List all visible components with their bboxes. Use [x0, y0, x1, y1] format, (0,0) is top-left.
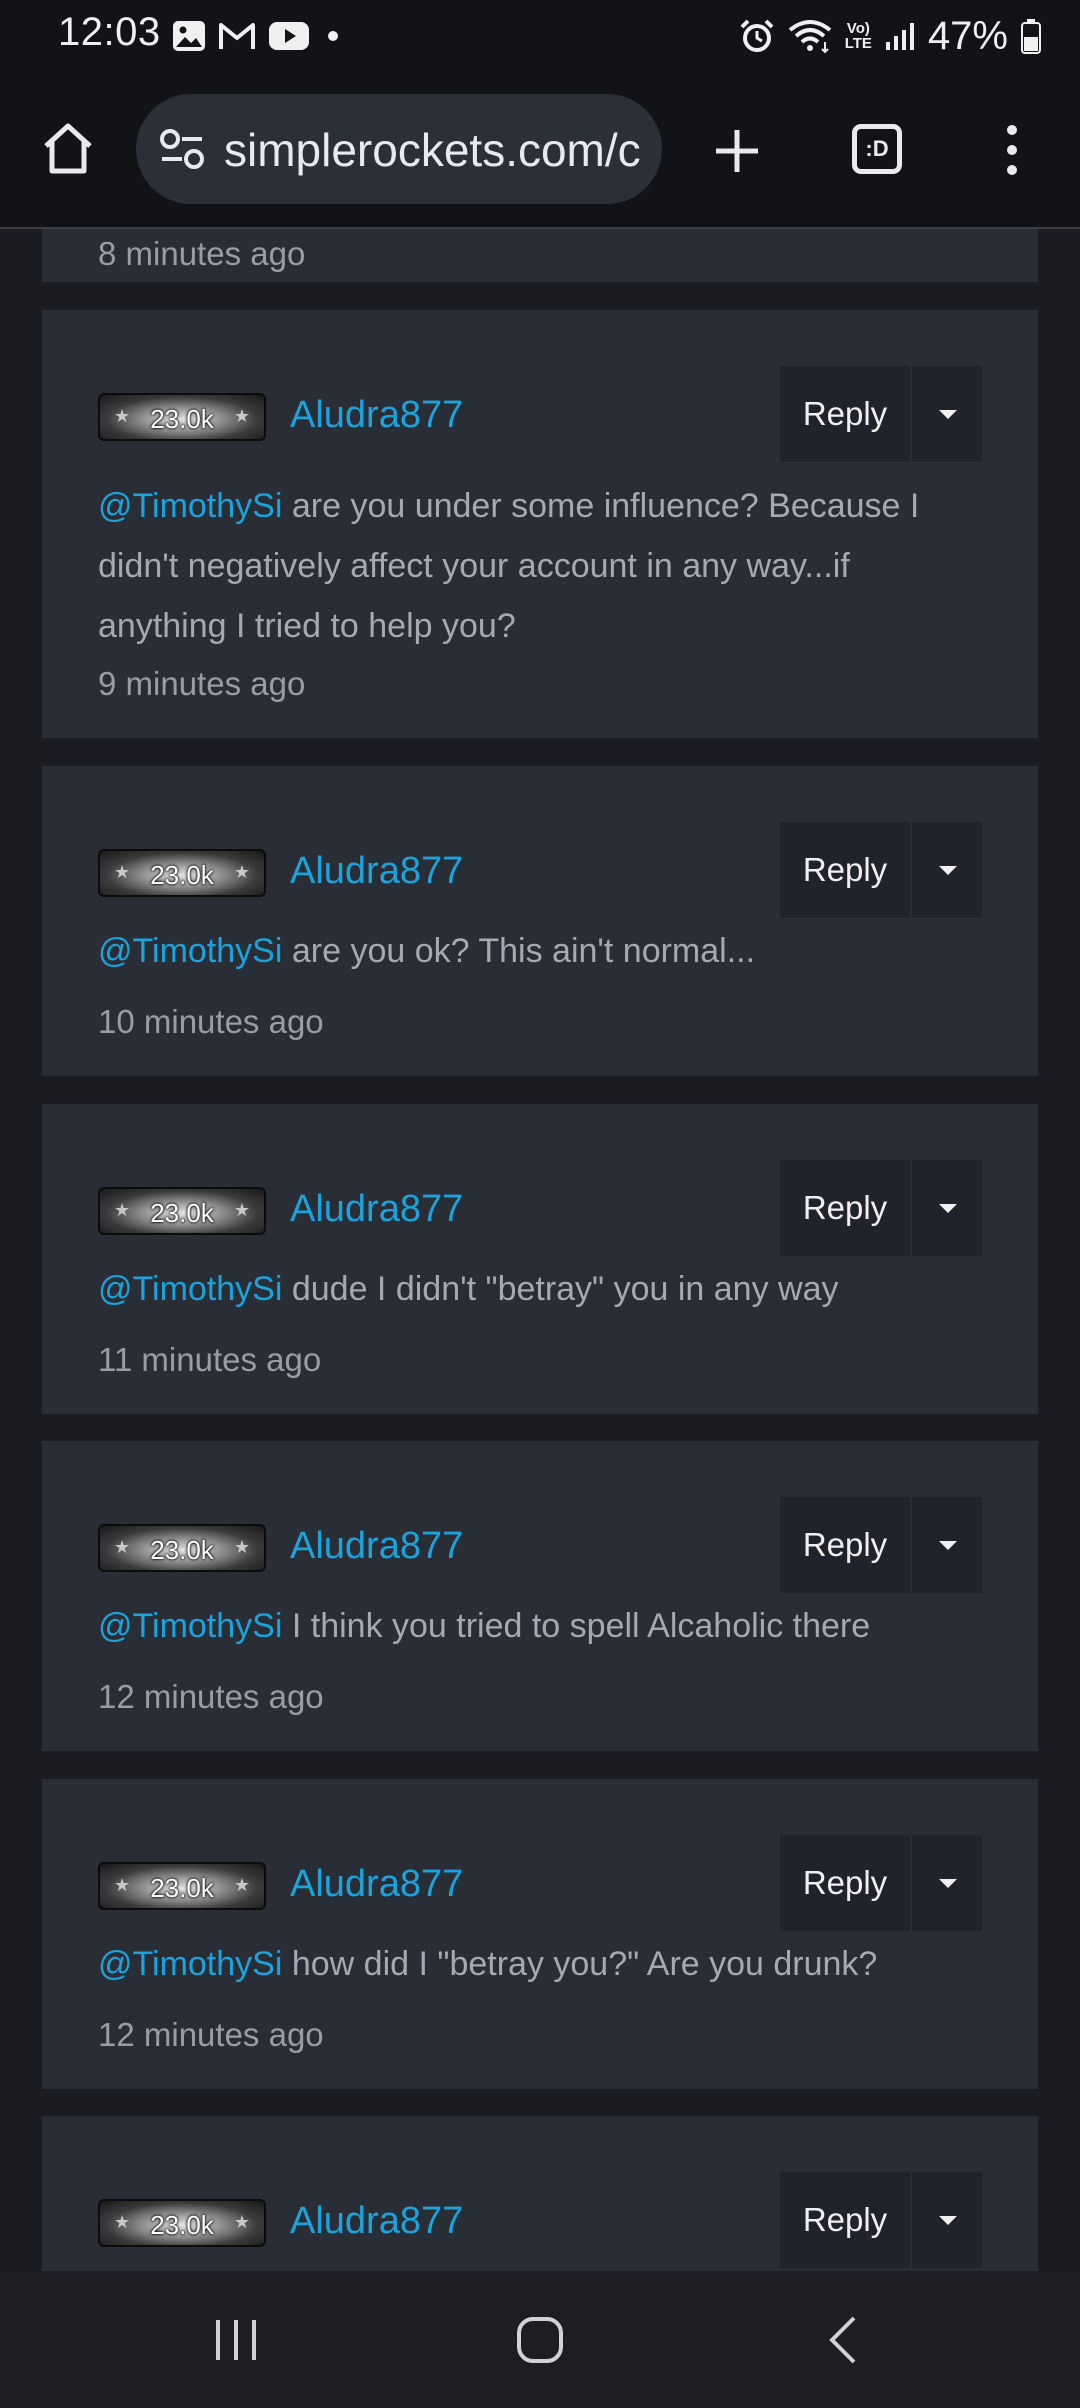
points-badge: ★ 23.0k ★	[98, 2199, 266, 2247]
username-link[interactable]: Aludra877	[290, 1525, 463, 1568]
more-menu-icon[interactable]	[992, 122, 1032, 178]
comment-card: ★ 23.0k ★ Aludra877 Reply @TimothySi are…	[42, 766, 1038, 1076]
comment-card: ★ 23.0k ★ Aludra877 Reply @TimothySi how…	[42, 1779, 1038, 2089]
notification-icons	[172, 16, 344, 56]
star-icon: ★	[233, 1200, 250, 1220]
site-settings-icon[interactable]	[158, 126, 206, 172]
comment-card: 8 minutes ago	[42, 229, 1038, 282]
star-icon: ★	[233, 862, 250, 882]
username-link[interactable]: Aludra877	[290, 850, 463, 893]
alarm-icon	[740, 19, 774, 52]
reply-button[interactable]: Reply	[780, 1160, 910, 1256]
username-link[interactable]: Aludra877	[290, 394, 463, 437]
comment-card: ★ 23.0k ★ Aludra877 Reply	[42, 2116, 1038, 2271]
points-badge: ★ 23.0k ★	[98, 849, 266, 897]
star-icon: ★	[233, 1537, 250, 1557]
system-nav-bar	[0, 2271, 1080, 2408]
star-icon: ★	[233, 2212, 250, 2232]
home-button-icon[interactable]	[515, 2315, 565, 2365]
username-link[interactable]: Aludra877	[290, 1188, 463, 1231]
new-tab-icon[interactable]	[712, 126, 762, 176]
points-badge: ★ 23.0k ★	[98, 1187, 266, 1235]
mention-link[interactable]: @TimothySi	[98, 932, 282, 970]
volte-label-bottom: LTE	[844, 35, 872, 52]
mention-link[interactable]: @TimothySi	[98, 1945, 282, 1983]
comment-timestamp: 12 minutes ago	[98, 1678, 324, 1715]
comment-card: ★ 23.0k ★ Aludra877 Reply @TimothySi are…	[42, 310, 1038, 738]
tab-count-label: :D	[865, 136, 889, 161]
address-bar[interactable]: simplerockets.com/c	[136, 94, 662, 204]
reply-dropdown[interactable]	[912, 1160, 982, 1256]
caret-down-icon	[939, 1541, 957, 1550]
reply-dropdown[interactable]	[912, 1835, 982, 1931]
reply-button[interactable]: Reply	[780, 1497, 910, 1593]
gallery-icon	[173, 21, 205, 51]
comment-text: @TimothySi are you ok? This ain't normal…	[98, 921, 978, 981]
reply-button[interactable]: Reply	[780, 822, 910, 918]
star-icon: ★	[233, 406, 250, 426]
username-link[interactable]: Aludra877	[290, 1863, 463, 1906]
mention-link[interactable]: @TimothySi	[98, 1270, 282, 1308]
comment-timestamp: 11 minutes ago	[98, 1341, 322, 1378]
recent-apps-icon[interactable]	[212, 2317, 260, 2363]
mention-link[interactable]: @TimothySi	[98, 1607, 282, 1645]
back-icon[interactable]	[826, 2315, 860, 2365]
system-icons: Vo) LTE 47%	[739, 10, 1042, 62]
caret-down-icon	[939, 410, 957, 419]
url-text: simplerockets.com/c	[224, 124, 641, 176]
youtube-icon	[269, 22, 309, 50]
caret-down-icon	[939, 1204, 957, 1213]
star-icon: ★	[233, 1875, 250, 1895]
comment-card: ★ 23.0k ★ Aludra877 Reply @TimothySi dud…	[42, 1104, 1038, 1414]
comment-timestamp: 8 minutes ago	[98, 235, 306, 272]
caret-down-icon	[939, 2216, 957, 2225]
status-bar: 12:03 Vo) LTE 47%	[0, 0, 1080, 72]
reply-button[interactable]: Reply	[780, 1835, 910, 1931]
caret-down-icon	[939, 1879, 957, 1888]
comment-timestamp: 12 minutes ago	[98, 2016, 324, 2053]
reply-dropdown[interactable]	[912, 1497, 982, 1593]
tab-switcher-button[interactable]: :D	[852, 124, 902, 174]
reply-button[interactable]: Reply	[780, 366, 910, 462]
points-badge: ★ 23.0k ★	[98, 1524, 266, 1572]
home-icon[interactable]	[38, 118, 98, 178]
reply-dropdown[interactable]	[912, 822, 982, 918]
gmail-icon	[219, 23, 255, 49]
username-link[interactable]: Aludra877	[290, 2200, 463, 2243]
comment-text: @TimothySi are you under some influence?…	[98, 476, 978, 656]
comment-body: dude I didn't "betray" you in any way	[282, 1270, 839, 1308]
browser-toolbar: simplerockets.com/c :D	[0, 72, 1080, 229]
volte-icon: Vo) LTE	[845, 21, 872, 51]
reply-button[interactable]: Reply	[780, 2172, 910, 2268]
comment-text: @TimothySi I think you tried to spell Al…	[98, 1596, 978, 1656]
comment-timestamp: 9 minutes ago	[98, 665, 306, 702]
comment-card: ★ 23.0k ★ Aludra877 Reply @TimothySi I t…	[42, 1441, 1038, 1751]
dot-icon	[328, 31, 338, 41]
battery-icon	[1021, 19, 1041, 54]
wifi-icon	[788, 20, 831, 54]
mention-link[interactable]: @TimothySi	[98, 487, 282, 525]
comment-body: I think you tried to spell Alcaholic the…	[282, 1607, 871, 1645]
reply-dropdown[interactable]	[912, 2172, 982, 2268]
status-time: 12:03	[58, 10, 161, 54]
comment-text: @TimothySi dude I didn't "betray" you in…	[98, 1259, 978, 1319]
comment-body: how did I "betray you?" Are you drunk?	[282, 1945, 878, 1983]
caret-down-icon	[939, 866, 957, 875]
comment-text: @TimothySi how did I "betray you?" Are y…	[98, 1934, 978, 1994]
volte-label-top: Vo)	[846, 20, 870, 37]
reply-dropdown[interactable]	[912, 366, 982, 462]
signal-icon	[885, 23, 914, 50]
points-badge: ★ 23.0k ★	[98, 393, 266, 441]
comment-body: are you ok? This ain't normal...	[282, 932, 756, 970]
points-badge: ★ 23.0k ★	[98, 1862, 266, 1910]
comment-timestamp: 10 minutes ago	[98, 1003, 324, 1040]
comment-list: 8 minutes ago ★ 23.0k ★ Aludra877 Reply …	[0, 229, 1080, 2271]
battery-percent: 47%	[927, 13, 1008, 58]
